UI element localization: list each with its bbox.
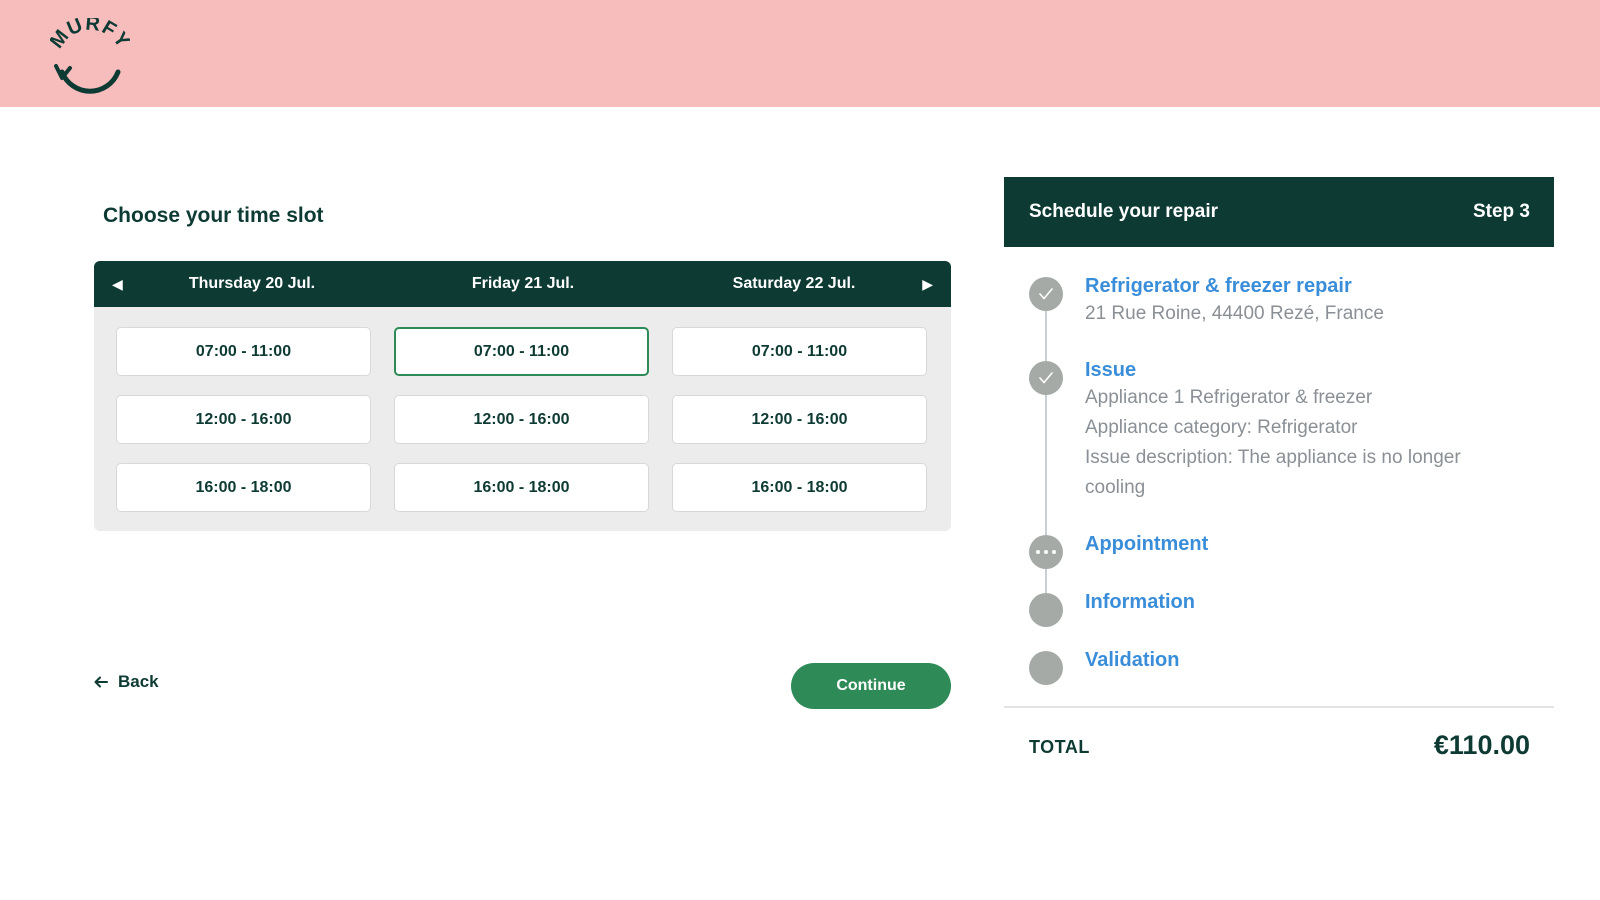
back-button[interactable]: Back — [94, 672, 159, 692]
step-detail-description-cont: cooling — [1085, 477, 1146, 498]
slot-thu-0700[interactable]: 07:00 - 11:00 — [116, 327, 371, 376]
slot-table-header: ◀ Thursday 20 Jul. Friday 21 Jul. Saturd… — [94, 261, 951, 307]
page-title: Choose your time slot — [103, 204, 324, 227]
day-label-thursday: Thursday 20 Jul. — [188, 275, 316, 292]
step-title-issue[interactable]: Issue — [1085, 359, 1136, 382]
time-slot-table: ◀ Thursday 20 Jul. Friday 21 Jul. Saturd… — [94, 261, 951, 531]
triangle-right-icon[interactable]: ▶ — [922, 261, 933, 307]
step-indicator: Step 3 — [1472, 201, 1530, 222]
slot-thu-1200[interactable]: 12:00 - 16:00 — [116, 395, 371, 444]
step-title-validation[interactable]: Validation — [1085, 649, 1179, 672]
murfy-logo[interactable]: MURFY — [46, 13, 133, 94]
slot-thu-1600[interactable]: 16:00 - 18:00 — [116, 463, 371, 512]
arrow-left-icon — [94, 676, 108, 688]
step-detail-address: 21 Rue Roine, 44400 Rezé, France — [1085, 303, 1384, 324]
slot-fri-1600[interactable]: 16:00 - 18:00 — [394, 463, 649, 512]
triangle-left-icon[interactable]: ◀ — [112, 261, 123, 307]
step-detail-appliance: Appliance 1 Refrigerator & freezer — [1085, 387, 1373, 408]
slot-sat-0700[interactable]: 07:00 - 11:00 — [672, 327, 927, 376]
step-title-information[interactable]: Information — [1085, 591, 1195, 614]
step-detail-category: Appliance category: Refrigerator — [1085, 417, 1358, 438]
slot-grid: 07:00 - 11:00 07:00 - 11:00 07:00 - 11:0… — [116, 327, 927, 512]
pending-dot-icon — [1029, 651, 1063, 685]
step-detail-description: Issue description: The appliance is no l… — [1085, 447, 1461, 468]
back-label: Back — [118, 672, 159, 691]
check-icon — [1029, 361, 1063, 395]
summary-header: Schedule your repair Step 3 — [1004, 177, 1554, 247]
continue-button[interactable]: Continue — [791, 663, 951, 709]
total-value: €110.00 — [1433, 730, 1530, 760]
slot-fri-1200[interactable]: 12:00 - 16:00 — [394, 395, 649, 444]
day-label-saturday: Saturday 22 Jul. — [732, 275, 856, 292]
summary-divider — [1004, 706, 1554, 708]
summary-title: Schedule your repair — [1029, 201, 1219, 222]
step-title-appointment[interactable]: Appointment — [1085, 533, 1208, 556]
repair-summary-panel: Schedule your repair Step 3 Refrigerator… — [1004, 177, 1554, 760]
total-label: TOTAL — [1029, 737, 1090, 757]
slot-fri-0700[interactable]: 07:00 - 11:00 — [394, 327, 649, 376]
slot-sat-1600[interactable]: 16:00 - 18:00 — [672, 463, 927, 512]
slot-sat-1200[interactable]: 12:00 - 16:00 — [672, 395, 927, 444]
pending-dot-icon — [1029, 593, 1063, 627]
ellipsis-icon — [1029, 535, 1063, 569]
step-title-repair[interactable]: Refrigerator & freezer repair — [1085, 275, 1352, 298]
check-icon — [1029, 277, 1063, 311]
top-header: MURFY — [0, 0, 1600, 107]
svg-text:MURFY: MURFY — [50, 18, 130, 53]
day-label-friday: Friday 21 Jul. — [471, 275, 575, 292]
